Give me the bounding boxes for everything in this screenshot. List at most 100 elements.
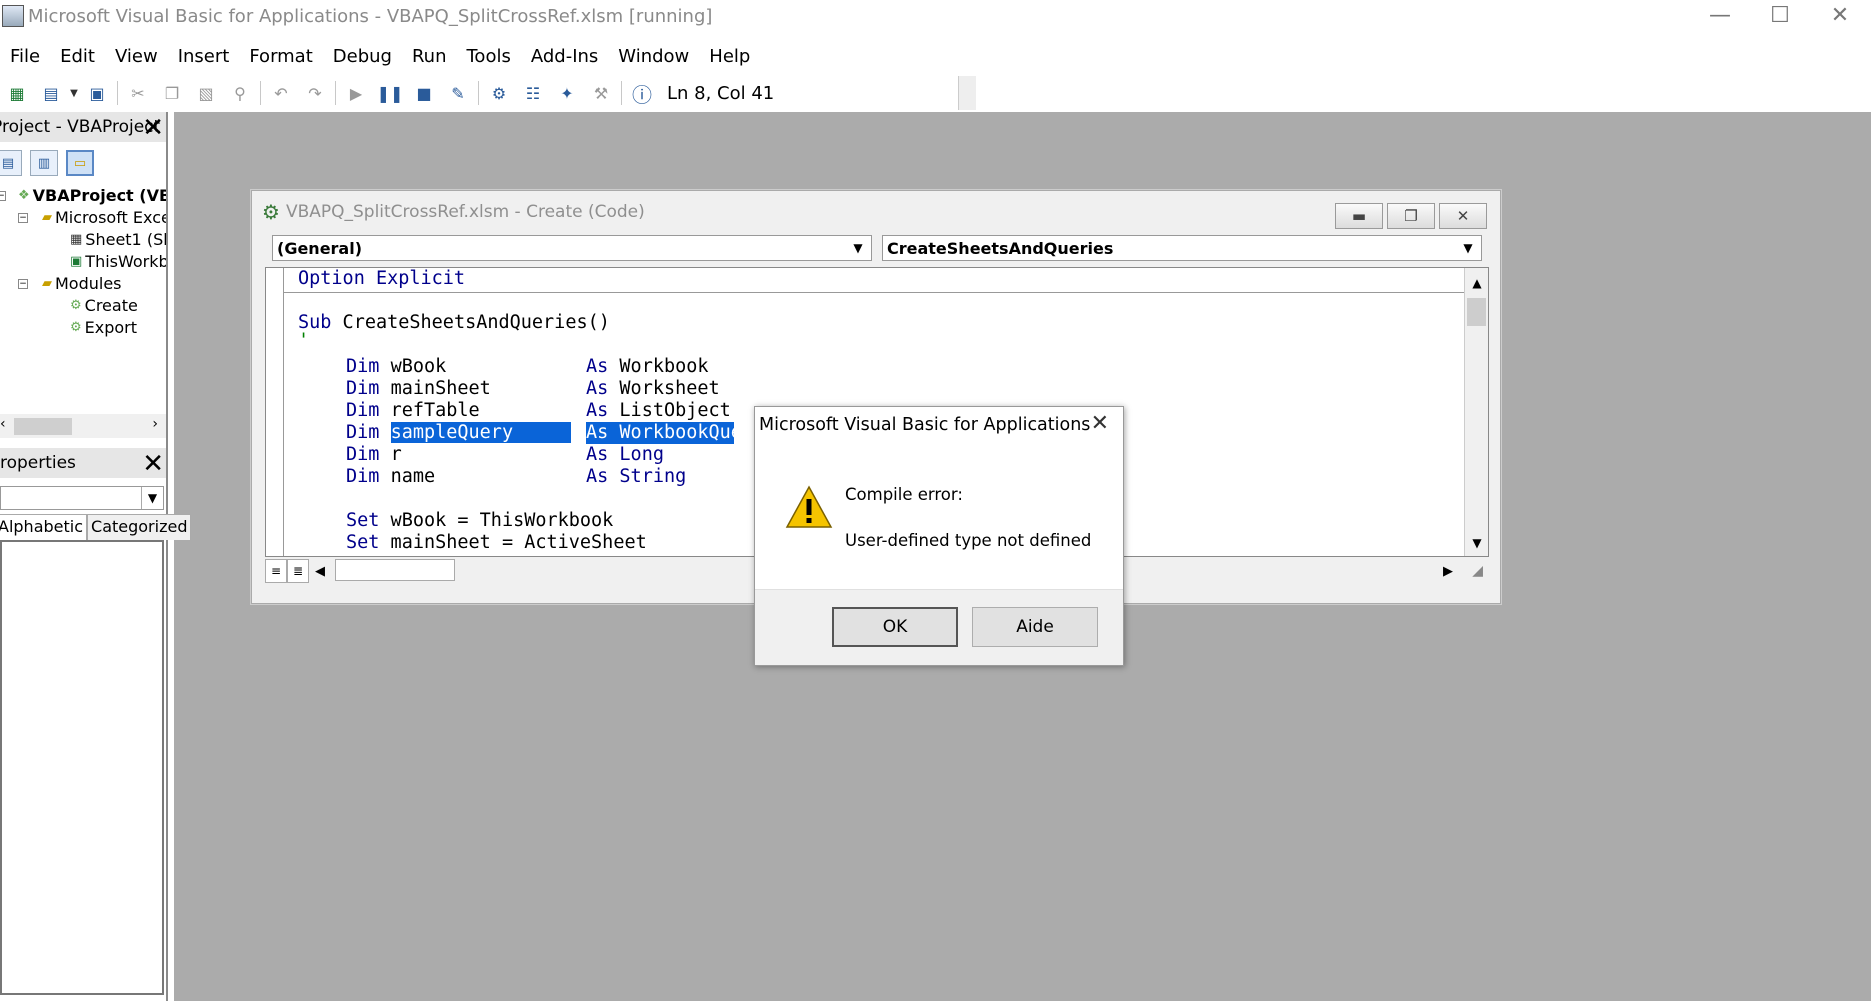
toolbar-divider: [335, 81, 336, 105]
compile-error-dialog: Microsoft Visual Basic for Applications …: [754, 406, 1124, 666]
code-line: Dim refTable: [346, 400, 480, 421]
menu-add-ins[interactable]: Add-Ins: [531, 46, 598, 67]
chevron-down-icon[interactable]: ▼: [68, 80, 80, 106]
menu-format[interactable]: Format: [249, 46, 312, 67]
procedure-view-icon[interactable]: ≡: [265, 559, 287, 583]
collapse-icon[interactable]: −: [0, 191, 6, 201]
run-icon[interactable]: ▶: [343, 80, 369, 106]
code-line: Set wBook = ThisWorkbook: [346, 510, 614, 531]
dialog-close-button[interactable]: ✕: [1091, 411, 1109, 436]
save-icon[interactable]: ▣: [84, 80, 110, 106]
menu-tools[interactable]: Tools: [467, 46, 511, 67]
code-line: Set mainSheet = ActiveSheet: [346, 532, 647, 553]
properties-window-icon[interactable]: ☷: [520, 80, 546, 106]
code-restore-button[interactable]: ❐: [1387, 203, 1435, 229]
collapse-icon[interactable]: −: [18, 279, 28, 289]
minimize-button[interactable]: —: [1686, 0, 1754, 30]
help-icon[interactable]: ⓘ: [629, 80, 655, 107]
redo-icon[interactable]: ↷: [302, 80, 328, 106]
margin-indicator-bar[interactable]: [266, 268, 284, 556]
scroll-right-icon[interactable]: ›: [152, 416, 158, 432]
toolbar-overflow-handle[interactable]: [958, 76, 976, 110]
resize-grip-icon[interactable]: ◢: [1472, 563, 1483, 579]
tree-item-create[interactable]: ⚙ Create: [70, 294, 138, 316]
break-icon[interactable]: ❚❚: [377, 80, 404, 106]
project-tree-hscroll[interactable]: ‹ ›: [0, 414, 166, 438]
tree-item-excel-objects[interactable]: ▰Microsoft Excel Objects: [42, 206, 166, 228]
tab-alphabetic[interactable]: Alphabetic: [0, 514, 88, 540]
reset-icon[interactable]: ■: [411, 80, 437, 106]
scroll-left-icon[interactable]: ‹: [0, 416, 6, 432]
scroll-thumb[interactable]: [14, 418, 72, 435]
menu-edit[interactable]: Edit: [60, 46, 95, 67]
help-button[interactable]: Aide: [972, 607, 1098, 647]
code-minimize-button[interactable]: ▬: [1335, 203, 1383, 229]
declarations-separator: [284, 292, 1464, 293]
code-line: Dim r: [346, 444, 402, 465]
tree-item-sheet1[interactable]: ▦Sheet1 (Sheet1): [70, 228, 166, 250]
code-close-button[interactable]: ✕: [1439, 203, 1487, 229]
scroll-thumb[interactable]: [1467, 298, 1486, 326]
project-tree: − ❖VBAProject (VBAPQ_SplitCrossRef.xlsm)…: [0, 184, 166, 414]
collapse-icon[interactable]: −: [18, 213, 28, 223]
code-line: As Worksheet: [586, 378, 720, 399]
object-browser-icon[interactable]: ✦: [554, 80, 580, 106]
properties-object-select[interactable]: ▼: [0, 486, 164, 510]
code-line: As String: [586, 466, 687, 487]
view-code-icon[interactable]: ▤: [0, 150, 22, 176]
menu-view[interactable]: View: [115, 46, 158, 67]
tab-categorized[interactable]: Categorized: [87, 514, 192, 540]
insert-userform-icon[interactable]: ▤: [38, 80, 64, 106]
menu-insert[interactable]: Insert: [178, 46, 230, 67]
tree-item-vbaproject[interactable]: ❖VBAProject (VBAPQ_SplitCrossRef.xlsm): [18, 184, 166, 206]
view-object-icon[interactable]: ▥: [30, 150, 58, 176]
chevron-down-icon[interactable]: ▼: [1455, 236, 1481, 260]
chevron-down-icon[interactable]: ▼: [845, 236, 871, 260]
scroll-left-icon[interactable]: ◀: [315, 564, 325, 579]
project-pane-toolbar: ▤ ▥ ▭: [0, 145, 166, 181]
scroll-down-icon[interactable]: ▼: [1465, 532, 1488, 554]
code-line: Option Explicit: [298, 268, 466, 289]
menu-bar: File Edit View Insert Format Debug Run T…: [0, 40, 760, 72]
toggle-folders-icon[interactable]: ▭: [66, 150, 94, 176]
toolbox-icon[interactable]: ⚒: [588, 80, 614, 106]
design-mode-icon[interactable]: ✎: [445, 80, 471, 106]
project-explorer-icon[interactable]: ⚙: [486, 80, 512, 106]
scroll-thumb[interactable]: [335, 559, 455, 581]
find-icon[interactable]: ⚲: [227, 80, 253, 106]
menu-window[interactable]: Window: [618, 46, 689, 67]
excel-icon[interactable]: ▦: [4, 80, 30, 106]
procedure-combo[interactable]: CreateSheetsAndQueries ▼: [882, 235, 1482, 261]
menu-help[interactable]: Help: [709, 46, 750, 67]
menu-run[interactable]: Run: [412, 46, 447, 67]
tree-item-thisworkbook[interactable]: ▣ThisWorkbook: [70, 250, 166, 272]
window-titlebar: Microsoft Visual Basic for Applications …: [0, 0, 1871, 32]
ok-button[interactable]: OK: [832, 607, 958, 647]
folder-icon: ▰: [42, 275, 52, 291]
folder-icon: ▰: [42, 209, 52, 225]
code-vscroll[interactable]: ▲ ▼: [1464, 268, 1488, 556]
menu-file[interactable]: File: [10, 46, 40, 67]
cut-icon[interactable]: ✂: [125, 80, 151, 106]
close-project-pane-button[interactable]: ✕: [142, 113, 164, 142]
code-window-title: VBAPQ_SplitCrossRef.xlsm - Create (Code): [285, 202, 645, 222]
close-window-button[interactable]: ✕: [1806, 0, 1871, 30]
workbook-icon: ▣: [70, 253, 83, 269]
tree-item-modules[interactable]: ▰ Modules: [42, 272, 122, 294]
code-text[interactable]: Option Explicit Sub CreateSheetsAndQueri…: [298, 268, 734, 556]
chevron-down-icon[interactable]: ▼: [141, 487, 163, 509]
project-pane-header: Project - VBAProject ✕: [0, 112, 166, 142]
menu-debug[interactable]: Debug: [333, 46, 392, 67]
properties-tabs: Alphabetic Categorized: [0, 514, 192, 540]
paste-icon[interactable]: ▧: [193, 80, 219, 106]
object-combo[interactable]: (General) ▼: [272, 235, 872, 261]
scroll-right-icon[interactable]: ▶: [1443, 564, 1453, 579]
full-module-view-icon[interactable]: ≣: [287, 559, 309, 583]
scroll-up-icon[interactable]: ▲: [1465, 272, 1488, 294]
vbaproject-icon: ❖: [18, 187, 30, 203]
close-properties-pane-button[interactable]: ✕: [142, 449, 164, 478]
tree-item-export[interactable]: ⚙ Export: [70, 316, 137, 338]
undo-icon[interactable]: ↶: [268, 80, 294, 106]
copy-icon[interactable]: ❐: [159, 80, 185, 106]
maximize-button[interactable]: ☐: [1746, 0, 1814, 30]
